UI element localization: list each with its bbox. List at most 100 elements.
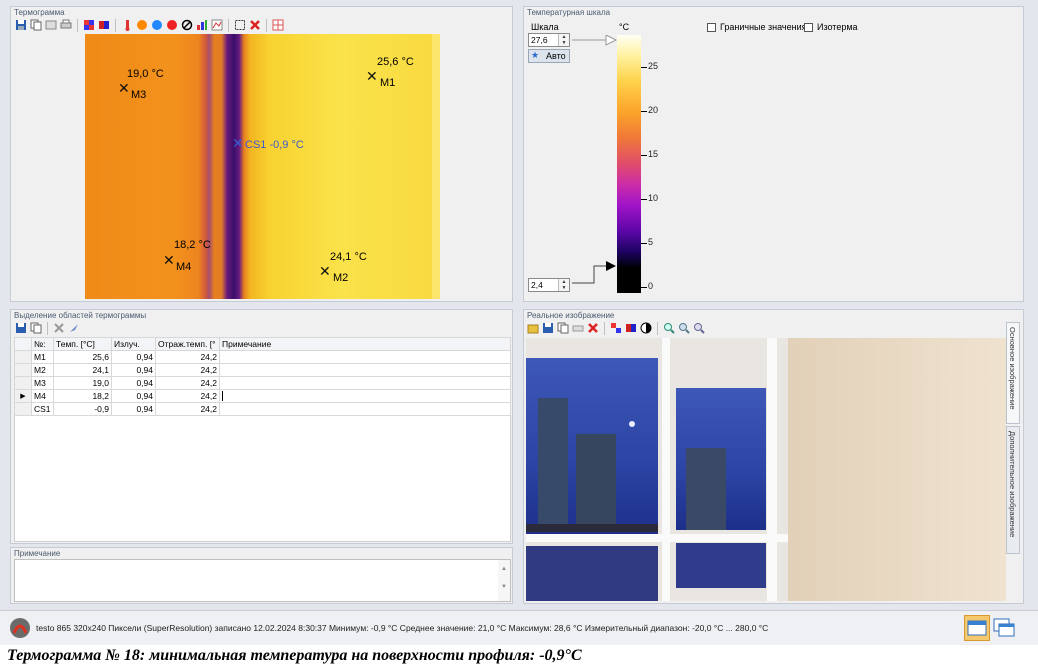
cell-temp: 18,2: [53, 389, 112, 403]
note-scrollbar[interactable]: ▲ ▼: [498, 560, 510, 601]
copy-icon[interactable]: [29, 18, 43, 32]
areas-toolbar: [14, 321, 81, 335]
spin-arrows-icon[interactable]: ▲ ▼: [558, 279, 569, 291]
cell-note[interactable]: [219, 350, 511, 364]
toolbar-separator: [47, 321, 48, 335]
print-icon[interactable]: [59, 18, 73, 32]
pin-icon[interactable]: [67, 321, 81, 335]
tab-main-image[interactable]: Основное изображение: [1006, 322, 1020, 424]
column-header-reflected-temp[interactable]: Отраж.темп. [°: [155, 337, 220, 351]
column-header-note[interactable]: Примечание: [219, 337, 511, 351]
open-icon[interactable]: [526, 321, 540, 335]
table-row[interactable]: M3 19,0 0,94 24,2: [14, 376, 511, 390]
spin-arrows-icon[interactable]: ▲ ▼: [558, 34, 569, 46]
cold-spot-icon[interactable]: [150, 18, 164, 32]
thermometer-icon[interactable]: [120, 18, 134, 32]
isotherm-checkbox[interactable]: [804, 23, 813, 32]
cell-note-editing[interactable]: [219, 389, 511, 403]
scale-tick-label: 10: [648, 193, 659, 203]
cell-reflected-temp: 24,2: [155, 363, 220, 377]
scale-min-input[interactable]: 2,4 ▲ ▼: [528, 278, 570, 292]
print-icon[interactable]: [571, 321, 585, 335]
measure-point-icon[interactable]: [165, 18, 179, 32]
delete-icon[interactable]: [586, 321, 600, 335]
table-row[interactable]: M1 25,6 0,94 24,2: [14, 350, 511, 364]
isotherm-label: Изотерма: [817, 22, 858, 32]
marker-m4-id: M4: [176, 261, 192, 273]
marker-m1-cross[interactable]: ✕: [366, 69, 378, 83]
column-header-id[interactable]: №:: [31, 337, 54, 351]
save-icon[interactable]: [14, 321, 28, 335]
column-header-emissivity[interactable]: Излуч.: [111, 337, 156, 351]
histogram-icon[interactable]: [195, 18, 209, 32]
row-selector[interactable]: [14, 376, 32, 390]
marker-m1-id: M1: [380, 77, 396, 89]
zoom-out-icon[interactable]: [677, 321, 691, 335]
zoom-fit-icon[interactable]: [692, 321, 706, 335]
scale-tick-label: 25: [648, 61, 659, 71]
scale-tick: [641, 199, 647, 200]
real-image-panel-title: Реальное изображение: [527, 311, 615, 320]
marker-cs1-cross[interactable]: ✕: [232, 136, 244, 150]
marker-m3-label: 19,0 °C: [127, 68, 164, 80]
marker-m2-label: 24,1 °C: [330, 251, 367, 263]
table-row[interactable]: CS1 -0,9 0,94 24,2: [14, 402, 511, 416]
row-selector-header: [14, 337, 32, 351]
cell-temp: 24,1: [53, 363, 112, 377]
scale-tick-label: 0: [648, 281, 654, 291]
palette-icon[interactable]: [82, 18, 96, 32]
cell-emissivity: 0,94: [111, 402, 156, 416]
delete-icon[interactable]: [248, 18, 262, 32]
window-layout-icon: [967, 620, 987, 636]
scale-min-value: 2,4: [531, 280, 543, 290]
note-textarea[interactable]: ▲ ▼: [14, 559, 511, 602]
grid-icon[interactable]: [271, 18, 285, 32]
tab-main-image-label: Основное изображение: [1008, 327, 1017, 410]
cell-note[interactable]: [219, 363, 511, 377]
row-selector[interactable]: [14, 402, 32, 416]
column-header-temp[interactable]: Темп. [°C]: [53, 337, 112, 351]
row-selector[interactable]: [14, 350, 32, 364]
cell-note[interactable]: [219, 402, 511, 416]
row-selector[interactable]: [14, 363, 32, 377]
cell-id: M1: [31, 350, 54, 364]
tab-extra-image[interactable]: Дополнительное изображение: [1006, 426, 1020, 554]
remove-icon[interactable]: [52, 321, 66, 335]
min-pointer-icon[interactable]: [572, 258, 618, 288]
save-icon[interactable]: [541, 321, 555, 335]
auto-button[interactable]: ★ Авто: [528, 49, 570, 63]
hot-spot-icon[interactable]: [135, 18, 149, 32]
select-area-icon[interactable]: [233, 18, 247, 32]
layout-button-2[interactable]: [992, 615, 1018, 641]
real-photo[interactable]: [526, 338, 1006, 601]
row-selector-arrow-icon[interactable]: ▶: [14, 389, 32, 403]
export-icon[interactable]: [44, 18, 58, 32]
scale-tick: [641, 287, 647, 288]
text-cursor: [222, 391, 223, 402]
table-row[interactable]: M2 24,1 0,94 24,2: [14, 363, 511, 377]
marker-m4-cross[interactable]: ✕: [163, 253, 175, 267]
figure-caption: Термограмма № 18: минимальная температур…: [7, 647, 582, 664]
scale-tick-label: 15: [648, 149, 659, 159]
compare-icon[interactable]: [624, 321, 638, 335]
save-icon[interactable]: [14, 18, 28, 32]
window-photo-illustration: [526, 338, 1006, 601]
cell-note[interactable]: [219, 376, 511, 390]
max-pointer-icon[interactable]: [572, 35, 618, 49]
compare-icon[interactable]: [97, 18, 111, 32]
contrast-icon[interactable]: [639, 321, 653, 335]
layout-button-1[interactable]: [964, 615, 990, 641]
copy-icon[interactable]: [29, 321, 43, 335]
profile-line-icon[interactable]: [210, 18, 224, 32]
marker-m3-cross[interactable]: ✕: [118, 81, 130, 95]
marker-m2-cross[interactable]: ✕: [319, 264, 331, 278]
palette-icon[interactable]: [609, 321, 623, 335]
scale-max-value: 27,6: [531, 35, 548, 45]
cell-id: M4: [31, 389, 54, 403]
zoom-in-icon[interactable]: [662, 321, 676, 335]
copy-icon[interactable]: [556, 321, 570, 335]
table-row-selected[interactable]: ▶ M4 18,2 0,94 24,2: [14, 389, 511, 403]
scale-max-input[interactable]: 27,6 ▲ ▼: [528, 33, 570, 47]
disable-icon[interactable]: [180, 18, 194, 32]
boundary-values-checkbox[interactable]: [707, 23, 716, 32]
